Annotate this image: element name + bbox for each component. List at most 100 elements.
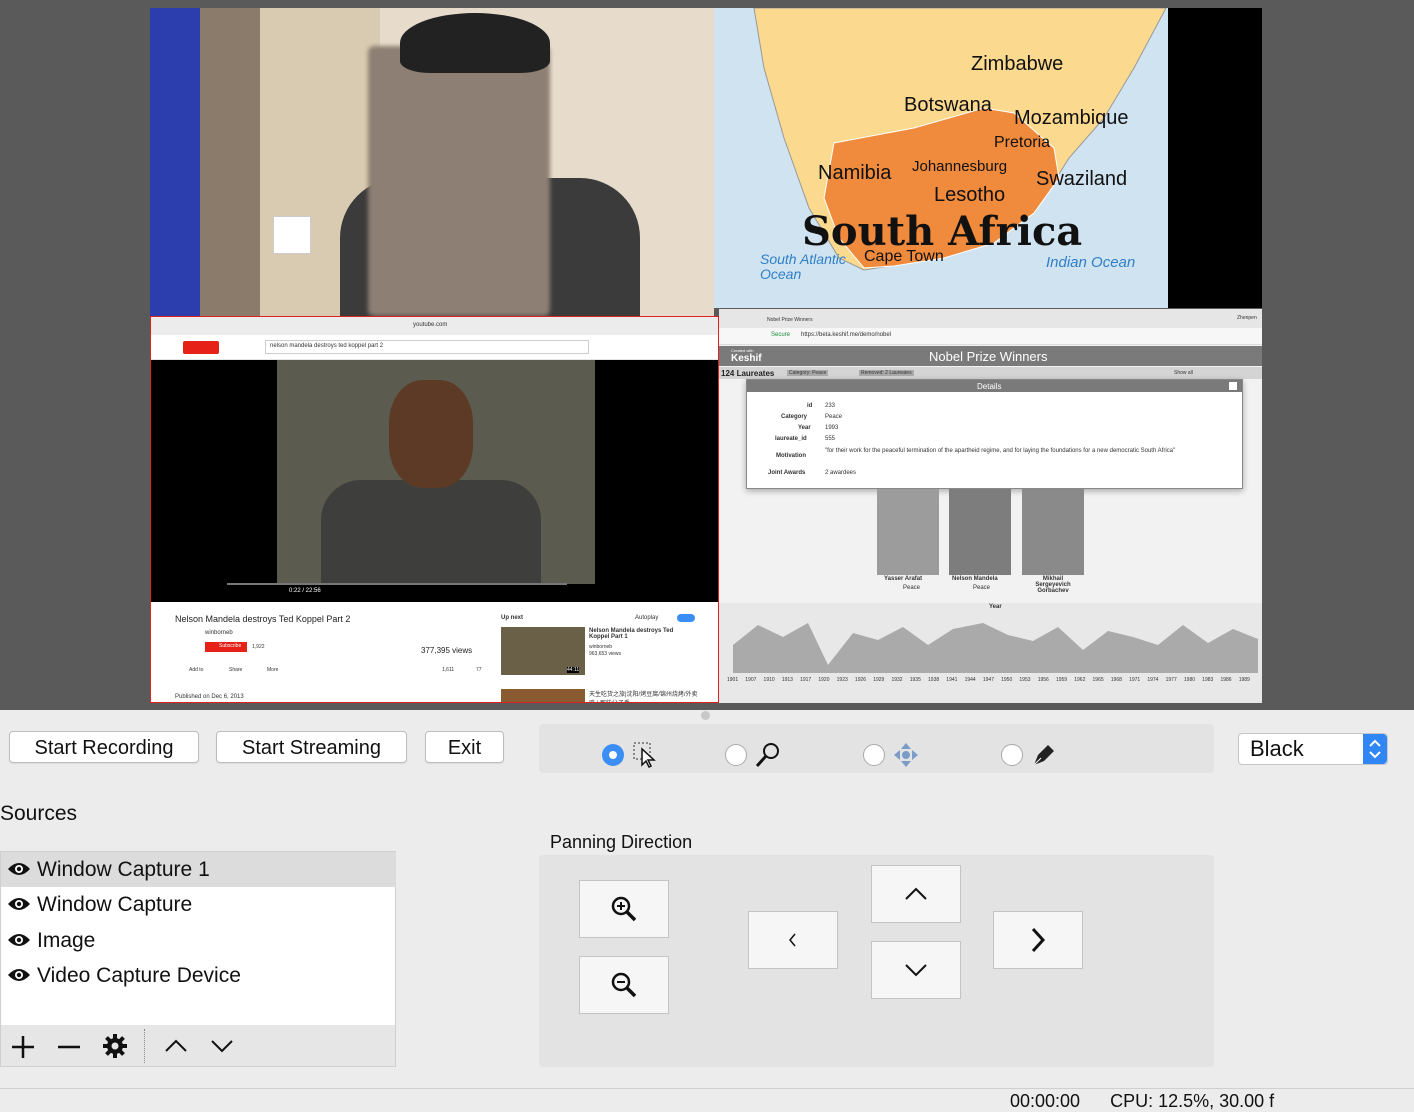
laureate-count: 124 Laureates xyxy=(721,369,775,378)
video-player[interactable]: 0:22 / 22:56 xyxy=(151,360,718,602)
map-label-zimbabwe: Zimbabwe xyxy=(971,53,1064,75)
select-arrows-icon[interactable] xyxy=(1363,734,1387,764)
year-tick-label: 1986 xyxy=(1220,677,1232,683)
year-tick-label: 1935 xyxy=(909,677,921,683)
details-value: Peace xyxy=(825,414,843,420)
youtube-logo xyxy=(183,341,219,354)
person-face-blurred xyxy=(368,46,550,316)
details-value: 233 xyxy=(825,403,836,409)
wall-picture xyxy=(273,216,311,254)
keshif-app-title: Nobel Prize Winners xyxy=(929,349,1048,364)
subscribe-label: Subscribe xyxy=(219,643,242,649)
add-to-button[interactable]: Add to xyxy=(189,667,203,673)
year-tick-label: 1989 xyxy=(1238,677,1250,683)
laureate-name: Mikhail Sergeyevich Gorbachev xyxy=(1035,576,1071,594)
youtube-search-input[interactable]: nelson mandela destroys ted koppel part … xyxy=(265,340,589,354)
share-button[interactable]: Share xyxy=(229,667,242,673)
year-tick-label: 1920 xyxy=(818,677,830,683)
details-close-icon[interactable] xyxy=(1229,382,1237,390)
map-label-botswana: Botswana xyxy=(904,94,992,116)
next-video-duration: 44:11 xyxy=(567,667,580,673)
year-tick-label: 1956 xyxy=(1037,677,1049,683)
exit-button[interactable]: Exit xyxy=(425,731,504,763)
source-item[interactable]: Window Capture xyxy=(1,887,396,922)
move-up-icon[interactable] xyxy=(163,1035,189,1057)
splitter-handle[interactable] xyxy=(701,711,710,720)
keshif-url: https://beta.keshif.me/demo/nobel xyxy=(801,332,892,338)
year-tick-label: 1977 xyxy=(1165,677,1177,683)
pan-left-button[interactable] xyxy=(748,911,838,969)
zoom-tool-icon[interactable] xyxy=(754,741,782,769)
zoom-in-button[interactable] xyxy=(579,880,669,938)
chevron-left-icon xyxy=(789,933,796,947)
laureate-photo[interactable] xyxy=(877,489,939,575)
map-label-south-atlantic: South Atlantic Ocean xyxy=(760,251,846,282)
autoplay-toggle[interactable] xyxy=(677,614,695,622)
year-tick-label: 1913 xyxy=(781,677,793,683)
jacket-shadow xyxy=(200,8,260,316)
browser-tab[interactable]: Nobel Prize Winners xyxy=(767,317,813,323)
next-video-channel: winborneb xyxy=(589,644,613,650)
year-tick-label: 1983 xyxy=(1202,677,1214,683)
pan-tool-radio[interactable] xyxy=(863,744,885,766)
move-down-icon[interactable] xyxy=(209,1035,235,1057)
zoom-tool-radio[interactable] xyxy=(725,744,747,766)
filter-category[interactable]: Category: Peace xyxy=(787,370,829,376)
sources-toolbar xyxy=(0,1025,396,1067)
source-label: Window Capture xyxy=(37,893,193,916)
year-chart[interactable]: Year 1901 1907 1910 1913 1917 1920 1923 1926 192… xyxy=(719,603,1262,703)
start-recording-button[interactable]: Start Recording xyxy=(9,731,199,763)
year-tick-label: 1941 xyxy=(946,677,958,683)
chevron-up-icon xyxy=(905,887,927,900)
laureate-photo[interactable] xyxy=(949,489,1011,575)
year-tick-label: 1962 xyxy=(1074,677,1086,683)
laureate-photo[interactable] xyxy=(1022,489,1084,575)
like-count: 1,611 xyxy=(442,667,455,673)
youtube-window-capture[interactable]: youtube.com nelson mandela destroys ted … xyxy=(150,316,719,703)
eye-icon[interactable] xyxy=(7,932,31,948)
add-source-icon[interactable] xyxy=(10,1034,36,1060)
start-streaming-button[interactable]: Start Streaming xyxy=(216,731,407,763)
video-time: 0:22 / 22:56 xyxy=(289,588,321,594)
pan-right-button[interactable] xyxy=(993,911,1083,969)
zoom-out-button[interactable] xyxy=(579,956,669,1014)
sources-list[interactable]: Window Capture 1 Window Capture Image Vi… xyxy=(0,851,396,1026)
next2-video-thumbnail[interactable] xyxy=(501,689,585,702)
year-tick-label: 1974 xyxy=(1147,677,1159,683)
next-video-title[interactable]: Nelson Mandela destroys Ted Koppel Part … xyxy=(589,628,689,640)
show-all-button[interactable]: Show all xyxy=(1174,370,1193,376)
eye-icon[interactable] xyxy=(7,896,31,912)
filter-removed[interactable]: Removed: 2 Laureates xyxy=(859,370,914,376)
year-axis: 1901 1907 1910 1913 1917 1920 1923 1926 1929 1932… xyxy=(727,677,1257,687)
year-tick-label: 1923 xyxy=(836,677,848,683)
pen-tool-icon[interactable] xyxy=(1030,741,1058,769)
pan-up-button[interactable] xyxy=(871,865,961,923)
remove-source-icon[interactable] xyxy=(56,1034,82,1060)
details-key: laureate_id xyxy=(775,436,807,442)
year-label: Year xyxy=(989,604,1002,610)
keshif-window-capture[interactable]: Nobel Prize Winners Zhenpen Secure https… xyxy=(719,309,1262,703)
more-button[interactable]: More xyxy=(267,667,278,673)
source-item[interactable]: Image xyxy=(1,923,396,958)
next2-video-title[interactable]: 天生吃货之旅|沈阳/烤豆腐/锦州烧烤/外卖鸡 | 那些分子手 xyxy=(589,689,699,702)
pen-tool-radio[interactable] xyxy=(1001,744,1023,766)
map-label-johannesburg: Johannesburg xyxy=(912,158,1008,175)
select-tool-radio[interactable] xyxy=(602,744,624,766)
published-date: Published on Dec 6, 2013 xyxy=(175,694,244,700)
subscribe-button[interactable]: Subscribe xyxy=(205,642,247,652)
toolbar-divider xyxy=(144,1029,145,1063)
select-tool-icon[interactable] xyxy=(632,741,660,769)
source-item[interactable]: Window Capture 1 xyxy=(1,852,396,887)
details-key: Joint Awards xyxy=(768,470,806,476)
eye-icon[interactable] xyxy=(7,861,31,877)
video-progress-bar[interactable] xyxy=(227,583,567,585)
details-dialog[interactable]: Details id 233 Category Peace Year 1993 … xyxy=(746,379,1243,489)
browser-url: youtube.com xyxy=(413,322,448,328)
pan-tool-icon[interactable] xyxy=(892,741,920,769)
gear-icon[interactable] xyxy=(102,1033,128,1059)
pan-down-button[interactable] xyxy=(871,941,961,999)
laureate-category: Peace xyxy=(903,585,921,591)
eye-icon[interactable] xyxy=(7,967,31,983)
map-label-namibia: Namibia xyxy=(818,162,892,184)
source-item[interactable]: Video Capture Device xyxy=(1,958,396,993)
